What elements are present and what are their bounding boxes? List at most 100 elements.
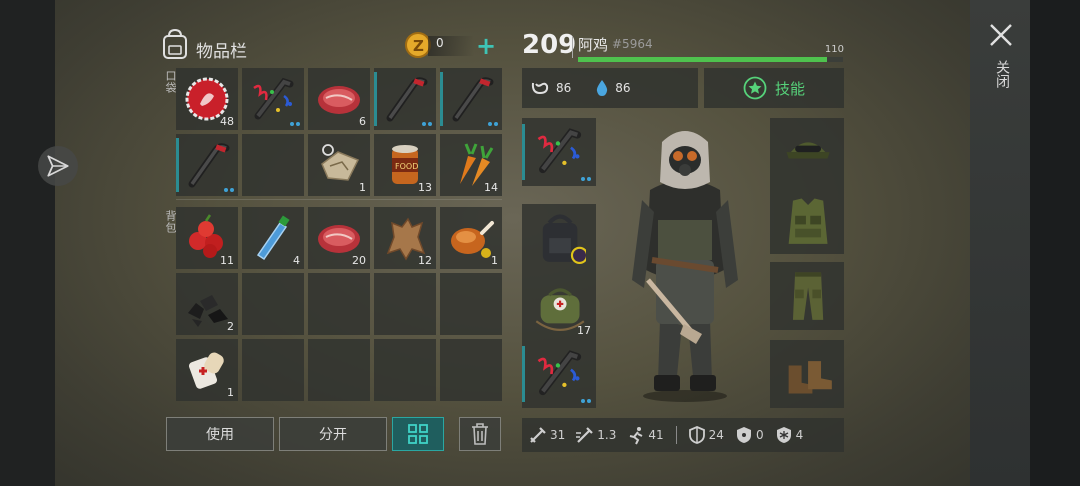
stat-value: 24: [708, 428, 724, 442]
armor-slot[interactable]: [770, 186, 844, 254]
cap-icon: [786, 142, 830, 159]
pocket-slot[interactable]: 1: [308, 134, 370, 196]
item-count: 11: [220, 254, 234, 267]
crowbar-icon: [188, 143, 230, 188]
player-level: 209: [522, 30, 577, 60]
durability-bar: [522, 346, 525, 402]
stat-item: 41: [626, 425, 664, 445]
equipment-slot-left[interactable]: [522, 118, 596, 186]
backpack-slot[interactable]: [308, 273, 370, 335]
stat-value: 1.3: [597, 428, 617, 442]
backpack-slot[interactable]: 11: [176, 207, 238, 269]
level-separator: [572, 36, 573, 58]
armor-slot[interactable]: [770, 340, 844, 408]
item-count: 1: [227, 386, 234, 399]
coin-count: 0: [428, 36, 474, 56]
close-button[interactable]: [988, 22, 1014, 48]
map-piece-icon: [321, 144, 360, 181]
vest-icon: [788, 198, 828, 244]
use-button[interactable]: 使用: [166, 417, 274, 451]
pocket-slot[interactable]: [374, 68, 436, 130]
add-coins-button[interactable]: +: [476, 34, 496, 58]
backpack-slot[interactable]: [308, 339, 370, 401]
durability-bar: [176, 138, 179, 192]
delete-button[interactable]: [459, 417, 501, 451]
equipment-slot-left[interactable]: 17: [522, 272, 596, 340]
character-figure: [632, 131, 738, 402]
crowbar-icon: [386, 77, 428, 122]
armor-slot[interactable]: [770, 118, 844, 186]
raw-meat-icon: [318, 86, 360, 114]
pocket-slot[interactable]: 6: [308, 68, 370, 130]
backpack-slot[interactable]: [440, 273, 502, 335]
item-count: 6: [359, 115, 366, 128]
paper-plane-icon: [47, 155, 69, 177]
stat-value: 0: [755, 428, 764, 442]
backpack-slot[interactable]: 4: [242, 207, 304, 269]
backpack-slot[interactable]: [374, 273, 436, 335]
party-crowbar-icon: [537, 128, 582, 174]
item-count: 1: [491, 254, 498, 267]
item-count: 4: [293, 254, 300, 267]
equipment-slot-left[interactable]: [522, 204, 596, 272]
backpack-slot[interactable]: [374, 339, 436, 401]
armor-icon: [688, 426, 705, 444]
water-drop-icon: [597, 80, 608, 96]
section-divider: [176, 199, 502, 200]
item-count: 1: [359, 181, 366, 194]
pocket-slot[interactable]: [440, 68, 502, 130]
stat-value: 4: [795, 428, 804, 442]
grid-icon: [408, 424, 428, 444]
durability-bar: [440, 72, 443, 126]
sort-button[interactable]: [392, 417, 444, 451]
backpack-slot[interactable]: [440, 339, 502, 401]
pocket-slot[interactable]: [176, 134, 238, 196]
backpack-slot[interactable]: 1: [176, 339, 238, 401]
item-count: 2: [227, 320, 234, 333]
skills-button[interactable]: 技能: [704, 68, 844, 108]
backpack-slot[interactable]: 1: [440, 207, 502, 269]
close-label[interactable]: 关闭: [990, 60, 1010, 88]
stat-item: 4: [774, 425, 804, 445]
split-button[interactable]: 分开: [279, 417, 387, 451]
equipment-slot-left[interactable]: [522, 340, 596, 408]
attack-speed-icon: [576, 427, 594, 443]
boots-icon: [788, 361, 832, 394]
pocket-slot[interactable]: [242, 68, 304, 130]
backpack-icon: [163, 28, 187, 59]
backpack-slot[interactable]: [242, 273, 304, 335]
armor-slot[interactable]: [770, 262, 844, 330]
backpack-slot[interactable]: 20: [308, 207, 370, 269]
pocket-slot[interactable]: [242, 134, 304, 196]
item-count: 13: [418, 181, 432, 194]
stats-separator: [675, 426, 677, 444]
xp-bar: [578, 57, 843, 62]
xp-max: 110: [824, 44, 844, 55]
stat-item: 24: [687, 425, 724, 445]
inventory-title: 物品栏: [196, 42, 247, 62]
party-crowbar-icon: [537, 350, 582, 396]
radiation-icon: [736, 427, 751, 443]
pocket-grid: 48 6 1 FOOD 13 14: [176, 68, 502, 196]
share-button[interactable]: [38, 146, 78, 186]
backpack-icon: [542, 214, 586, 264]
backpack-slot[interactable]: 2: [176, 273, 238, 335]
backpack-slot[interactable]: [242, 339, 304, 401]
backpack-slot[interactable]: 12: [374, 207, 436, 269]
item-count: 12: [418, 254, 432, 267]
item-count: 20: [352, 254, 366, 267]
pocket-slot[interactable]: FOOD 13: [374, 134, 436, 196]
skills-label: 技能: [774, 79, 805, 98]
pocket-slot[interactable]: 48: [176, 68, 238, 130]
pocket-slot[interactable]: 14: [440, 134, 502, 196]
stat-item: 1.3: [575, 425, 616, 445]
durability-dots: [488, 122, 498, 126]
durability-dots: [290, 122, 300, 126]
backpack-grid: 11 4 20 12 1 2 1: [176, 207, 502, 401]
character-header: 209 阿鸡 #5964 110: [522, 30, 844, 64]
trash-icon: [472, 423, 488, 445]
combat-stats-bar: 31 1.3 41 24 0 4: [522, 418, 844, 452]
bandage-icon: [189, 352, 224, 389]
vitals-box: 86 86: [522, 68, 698, 108]
pants-icon: [792, 272, 824, 320]
